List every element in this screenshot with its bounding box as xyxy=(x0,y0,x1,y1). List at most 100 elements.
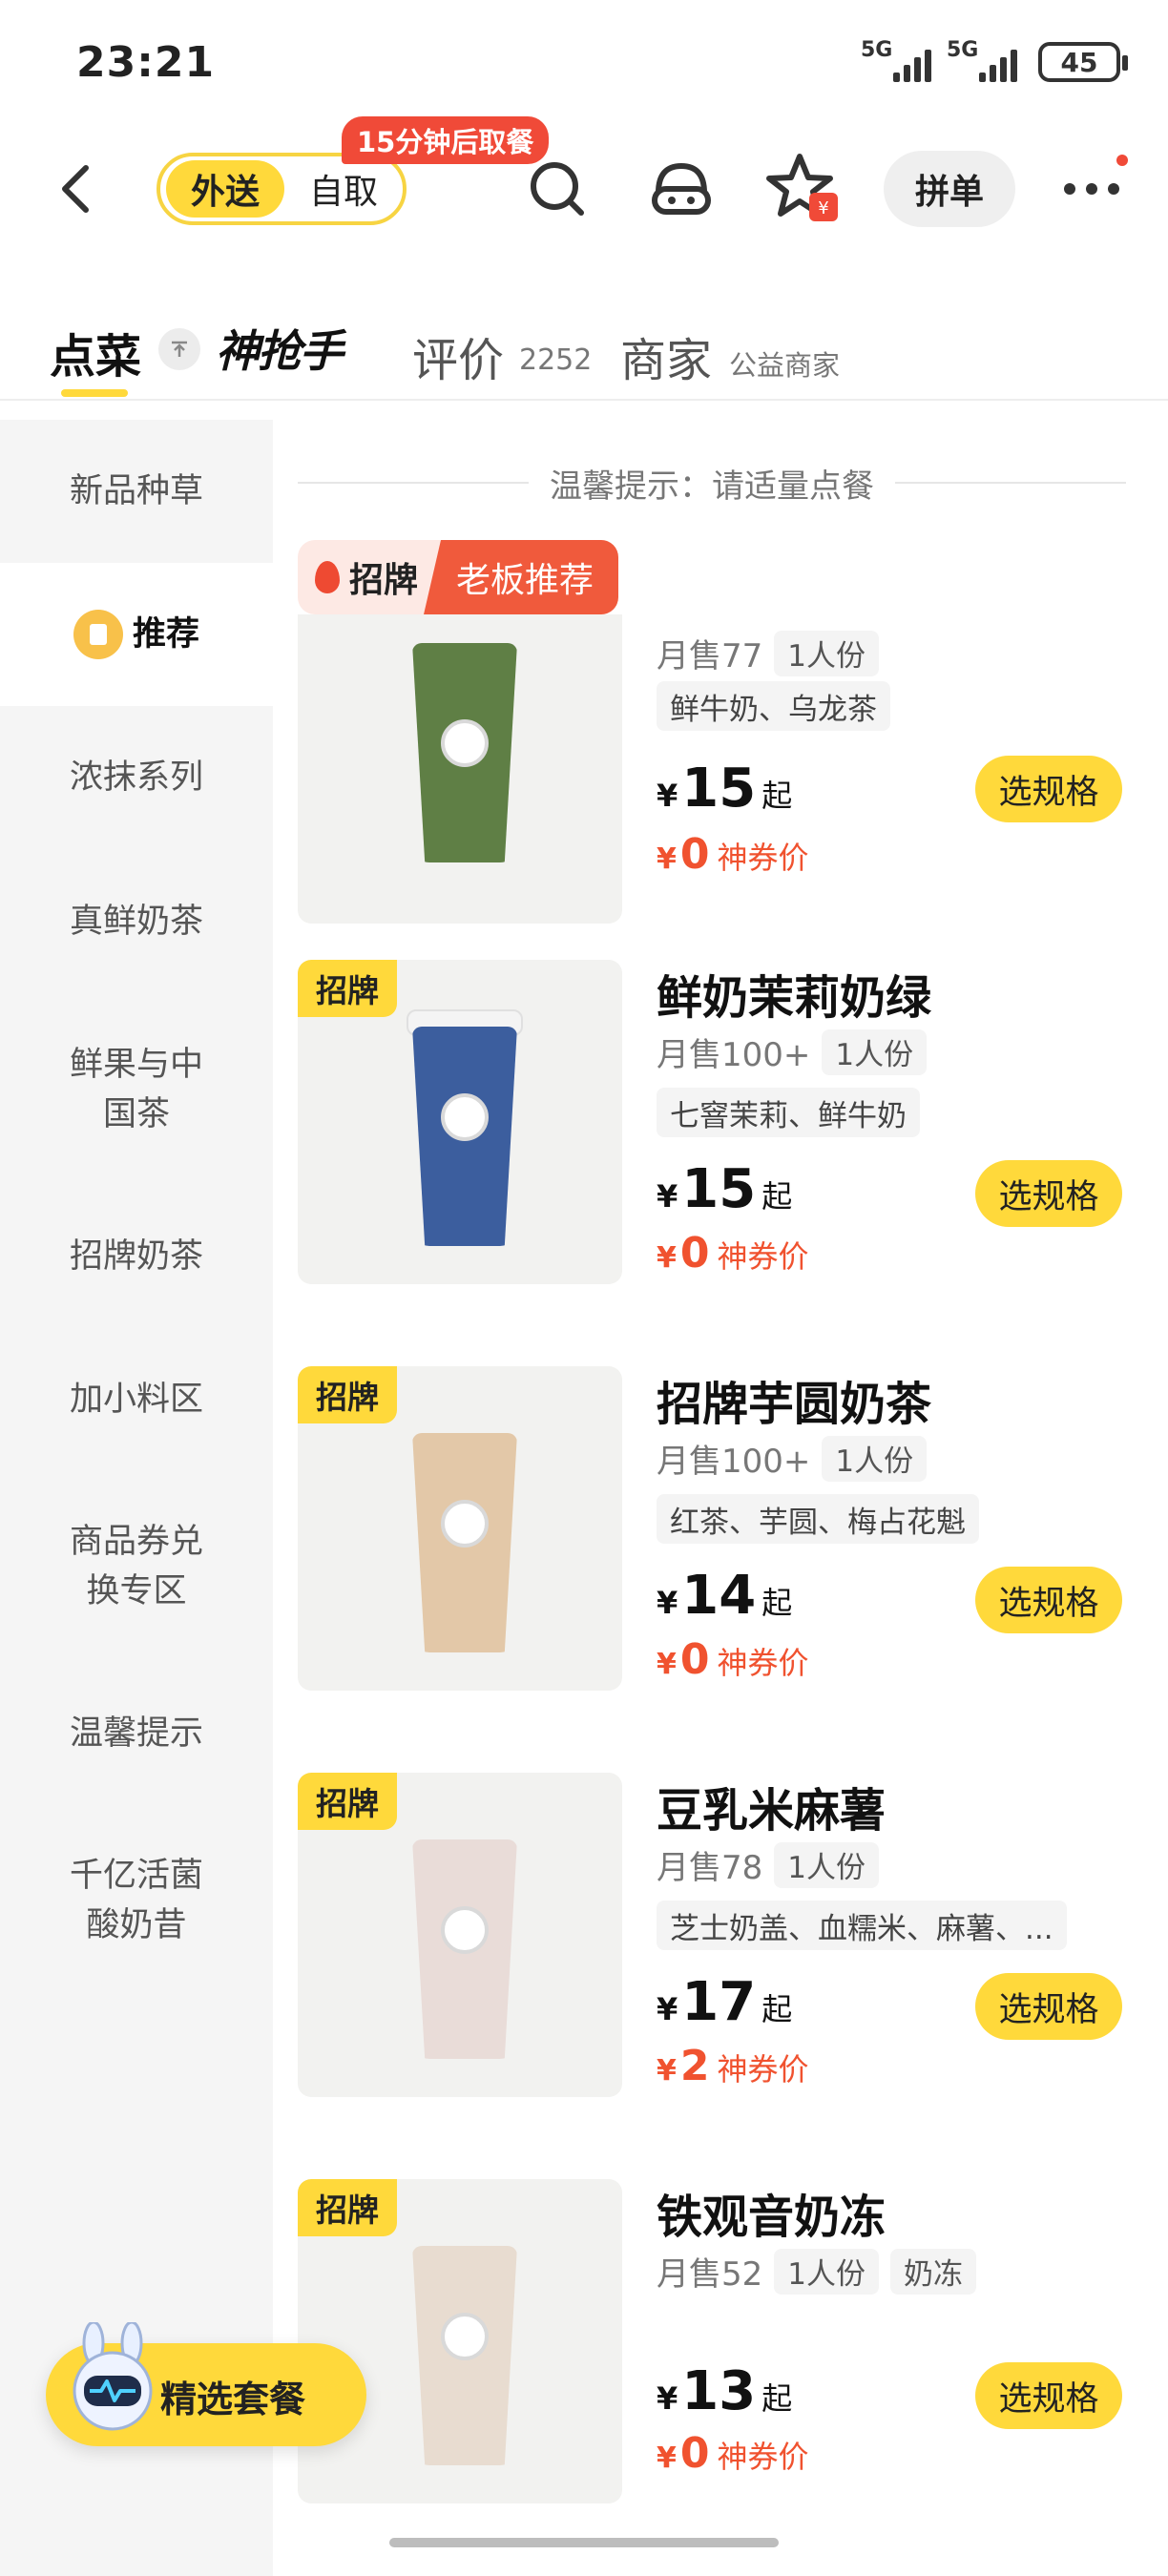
category-sidebar: 新品种草 推荐 浓抹系列 真鲜奶茶 鲜果与中国茶 招牌奶茶 加小料区 商品券兑换… xyxy=(0,420,273,2576)
tab-order[interactable]: 点菜 xyxy=(50,319,141,385)
divider xyxy=(895,482,1126,484)
sidebar-item-signature-milk-tea[interactable]: 招牌奶茶 xyxy=(0,1185,273,1328)
product-meta: 月售100+ 1人份 xyxy=(657,1028,928,1075)
tab-active-indicator xyxy=(61,389,128,397)
product-image[interactable]: 招牌 xyxy=(298,1773,622,2097)
signal-icon: 5G xyxy=(861,38,931,82)
sidebar-item-tips[interactable]: 温馨提示 xyxy=(0,1662,273,1805)
section-header-signature: 招牌 老板推荐 xyxy=(298,540,619,614)
portion-tag: 1人份 xyxy=(774,1841,879,1888)
store-tabs: 点菜 神抢手 评价 2252 商家 公益商家 xyxy=(0,305,1168,401)
status-time: 23:21 xyxy=(76,38,216,87)
sidebar-item-yogurt-shake[interactable]: 千亿活菌酸奶昔 xyxy=(0,1805,273,1996)
brand-logo xyxy=(441,719,489,767)
portion-tag: 1人份 xyxy=(822,1435,928,1482)
product-name[interactable]: 豆乳米麻薯 xyxy=(657,1773,886,1839)
sidebar-item-voucher-exchange[interactable]: 商品券兑换专区 xyxy=(0,1471,273,1662)
signature-badge: 招牌 xyxy=(298,1773,397,1830)
product-card[interactable]: 招牌 招牌芋圆奶茶 月售100+ 1人份 红茶、芋圆、梅占花魁 ¥14 起 ¥0 神… xyxy=(298,1366,1137,1694)
tab-reviews[interactable]: 评价 xyxy=(412,322,504,389)
customer-service-button[interactable] xyxy=(641,149,721,229)
select-spec-button[interactable]: 选规格 xyxy=(975,1567,1122,1633)
brand-logo xyxy=(441,1500,489,1548)
sidebar-item-matcha[interactable]: 浓抹系列 xyxy=(0,706,273,849)
combo-meal-button[interactable]: 精选套餐 xyxy=(46,2322,366,2446)
sidebar-item-toppings[interactable]: 加小料区 xyxy=(0,1328,273,1471)
coupon-price: ¥0 神券价 xyxy=(657,2429,809,2478)
signature-badge: 招牌 xyxy=(298,1366,397,1423)
portion-tag: 1人份 xyxy=(774,630,879,676)
monthly-sales: 月售77 xyxy=(657,637,763,675)
sidebar-item-fruit-chinese-tea[interactable]: 鲜果与中国茶 xyxy=(0,994,273,1185)
coupon-price: ¥2 神券价 xyxy=(657,2042,809,2090)
divider xyxy=(298,482,529,484)
delivery-tab[interactable]: 外送 xyxy=(166,160,284,218)
notification-dot xyxy=(1116,155,1128,166)
flame-icon xyxy=(315,561,340,593)
home-indicator[interactable] xyxy=(389,2538,779,2547)
price: ¥15 起 xyxy=(657,758,793,820)
notice-bar: 温馨提示：请适量点餐 xyxy=(298,456,1126,509)
favorite-star-icon: ¥ xyxy=(766,154,838,221)
store-header: 外送 自取 15分钟后取餐 ¥ 拼单 xyxy=(0,116,1168,239)
group-order-button[interactable]: 拼单 xyxy=(884,151,1015,227)
signature-badge: 招牌 xyxy=(298,2179,397,2236)
product-card[interactable]: 招牌 鲜奶茉莉奶绿 月售100+ 1人份 七窨茉莉、鲜牛奶 ¥15 起 ¥0 神券价… xyxy=(298,960,1137,1288)
sidebar-item-new[interactable]: 新品种草 xyxy=(0,420,273,563)
product-name[interactable]: 铁观音奶冻 xyxy=(657,2179,886,2246)
tab-merchant[interactable]: 商家 xyxy=(620,322,712,389)
monthly-sales: 月售100+ xyxy=(657,1443,811,1481)
coupon-price: ¥0 神券价 xyxy=(657,830,809,879)
ingredients: 鲜牛奶、乌龙茶 xyxy=(657,681,890,731)
robot-mascot-icon xyxy=(73,2322,153,2431)
coupon-price: ¥0 神券价 xyxy=(657,1635,809,1684)
shenqiangshou-logo[interactable]: 神抢手 xyxy=(216,317,344,380)
select-spec-button[interactable]: 选规格 xyxy=(975,1973,1122,2040)
product-meta: 月售52 1人份 奶冻 xyxy=(657,2248,976,2295)
search-button[interactable] xyxy=(517,149,597,229)
merchant-badge: 公益商家 xyxy=(729,349,841,382)
product-name[interactable]: 鲜奶茉莉奶绿 xyxy=(657,960,931,1027)
price: ¥17 起 xyxy=(657,1971,793,2033)
monthly-sales: 月售52 xyxy=(657,2255,763,2294)
signal-icon: 5G xyxy=(947,38,1017,82)
product-image[interactable]: 招牌 xyxy=(298,960,622,1284)
select-spec-button[interactable]: 选规格 xyxy=(975,2362,1122,2429)
product-meta: 月售78 1人份 xyxy=(657,1841,879,1888)
notice-text: 温馨提示：请适量点餐 xyxy=(550,467,874,506)
select-spec-button[interactable]: 选规格 xyxy=(975,1160,1122,1227)
product-card[interactable]: 招牌 豆乳米麻薯 月售78 1人份 芝士奶盖、血糯米、麻薯、... ¥17 起 ¥… xyxy=(298,1773,1137,2101)
coupon-price: ¥0 神券价 xyxy=(657,1229,809,1278)
recommend-icon xyxy=(73,610,123,659)
product-name[interactable]: 招牌芋圆奶茶 xyxy=(657,1366,931,1433)
sidebar-item-recommend[interactable]: 推荐 xyxy=(0,563,273,706)
product-card[interactable]: 月售77 1人份 鲜牛奶、乌龙茶 ¥15 起 ¥0 神券价 选规格 xyxy=(298,614,1137,1002)
sort-icon[interactable] xyxy=(158,328,200,370)
product-meta: 月售100+ 1人份 xyxy=(657,1435,928,1482)
boss-recommend-tag: 老板推荐 xyxy=(424,540,619,614)
search-icon xyxy=(531,162,584,216)
pickup-tab[interactable]: 自取 xyxy=(284,164,403,214)
portion-tag: 1人份 xyxy=(822,1028,928,1075)
status-icons: 5G 5G 45 xyxy=(861,38,1128,82)
price: ¥15 起 xyxy=(657,1158,793,1220)
back-icon xyxy=(62,165,89,213)
sidebar-item-fresh-milk-tea[interactable]: 真鲜奶茶 xyxy=(0,849,273,994)
favorite-button[interactable]: ¥ xyxy=(763,149,844,229)
ingredients: 芝士奶盖、血糯米、麻薯、... xyxy=(657,1901,1067,1950)
product-card[interactable]: 招牌 铁观音奶冻 月售52 1人份 奶冻 ¥13 起 ¥0 神券价 选规格 xyxy=(298,2179,1137,2507)
signature-tag: 招牌 xyxy=(298,540,442,614)
product-meta: 月售77 1人份 xyxy=(657,630,879,676)
svg-text:¥: ¥ xyxy=(818,198,828,218)
combo-label: 精选套餐 xyxy=(160,2379,306,2420)
ingredients: 红茶、芋圆、梅占花魁 xyxy=(657,1494,979,1544)
product-image[interactable]: 招牌 xyxy=(298,1366,622,1691)
ingredients: 七窨茉莉、鲜牛奶 xyxy=(657,1088,920,1137)
brand-logo xyxy=(441,1093,489,1141)
product-image[interactable]: 招牌 xyxy=(298,2179,622,2503)
product-image[interactable] xyxy=(298,614,622,924)
select-spec-button[interactable]: 选规格 xyxy=(975,756,1122,822)
monthly-sales: 月售78 xyxy=(657,1849,763,1887)
price: ¥14 起 xyxy=(657,1565,793,1627)
back-button[interactable] xyxy=(53,160,101,218)
